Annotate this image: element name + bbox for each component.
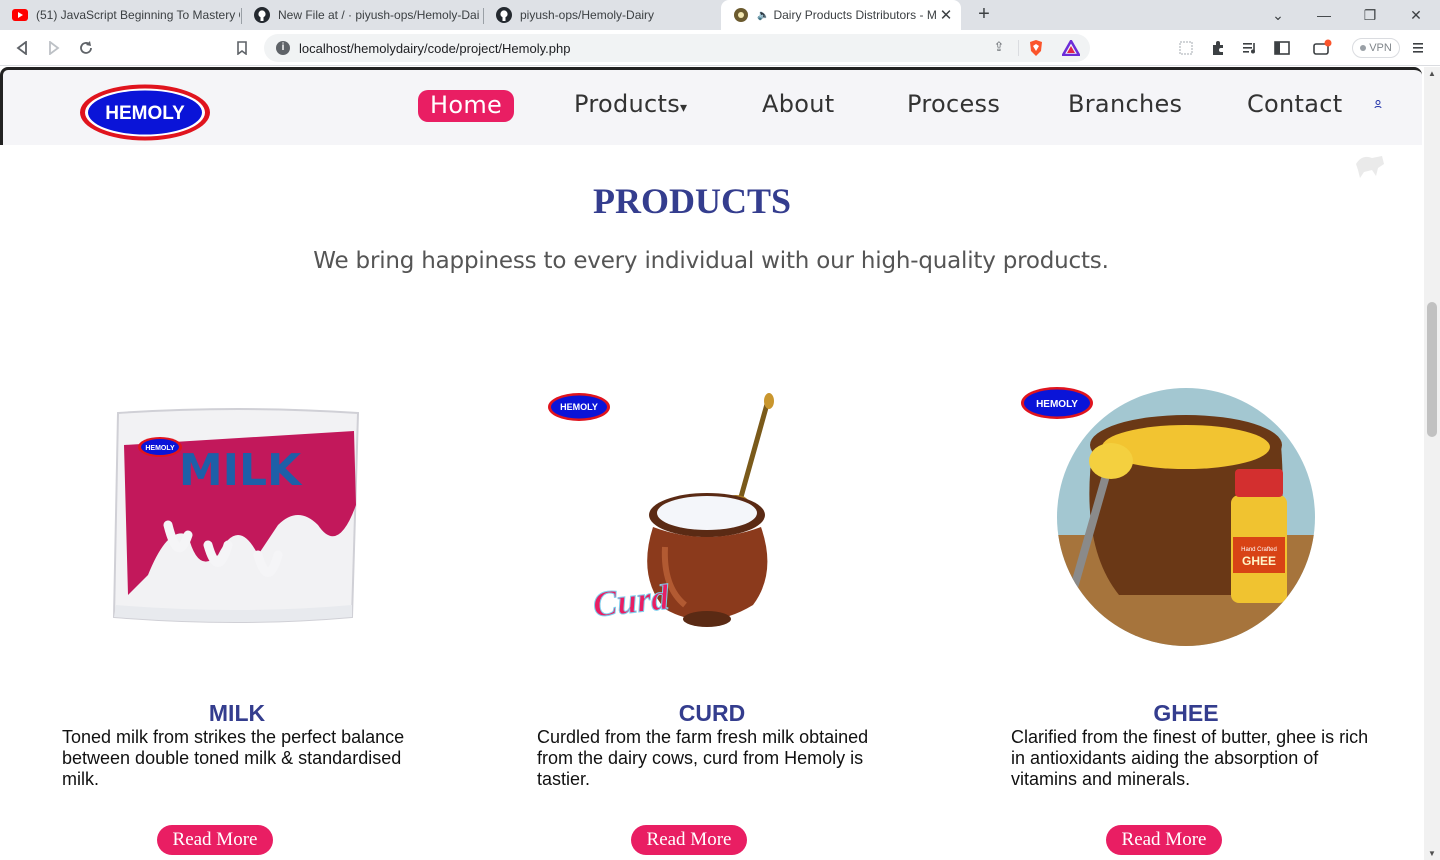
curd-logo-brand: HEMOLY [560, 402, 598, 412]
scrollbar-thumb[interactable] [1427, 302, 1437, 437]
chevron-down-icon: ▾ [680, 100, 688, 116]
products-heading: PRODUCTS [592, 181, 792, 221]
tab-title: New File at / · piyush-ops/Hemoly-Dai [278, 8, 480, 22]
page-viewport: HEMOLY Home Products▾ About Process Bran… [0, 67, 1424, 860]
brave-shield-icon[interactable] [1028, 39, 1044, 62]
site-info-icon[interactable]: i [276, 41, 290, 55]
browser-tab[interactable]: piyush-ops/Hemoly-Dairy [484, 0, 720, 30]
milk-description: Toned milk from strikes the perfect bala… [62, 727, 405, 789]
site-favicon-icon [733, 7, 749, 23]
scroll-down-icon[interactable]: ▼ [1428, 849, 1436, 858]
nav-process[interactable]: Process [907, 90, 1000, 118]
curd-read-more-button[interactable]: Read More [631, 825, 747, 855]
curd-title: CURD [678, 700, 746, 726]
cow-watermark-icon [1352, 150, 1388, 180]
ghee-description: Clarified from the finest of butter, ghe… [1011, 727, 1369, 789]
tab-close-icon[interactable]: ✕ [937, 6, 955, 24]
milk-product-image: HEMOLY MILK [108, 405, 368, 627]
tab-title: (51) JavaScript Beginning To Mastery C [36, 8, 240, 22]
extensions-puzzle-icon[interactable] [1206, 36, 1230, 60]
browser-tab[interactable]: New File at / · piyush-ops/Hemoly-Dai [242, 0, 482, 30]
ghee-title: GHEE [1153, 700, 1219, 726]
curd-product-image: HEMOLY Curd [545, 387, 790, 645]
site-navbar: HEMOLY Home Products▾ About Process Bran… [0, 67, 1422, 145]
milk-title: MILK [208, 700, 266, 726]
sidebar-icon[interactable] [1270, 36, 1294, 60]
nav-about[interactable]: About [762, 90, 834, 118]
browser-toolbar: i localhost/hemolydairy/code/project/Hem… [0, 30, 1440, 66]
browser-tab-strip: (51) JavaScript Beginning To Mastery C N… [0, 0, 1440, 30]
milk-pack-label: MILK [179, 445, 303, 496]
nav-products-label: Products [574, 90, 681, 118]
vpn-label: VPN [1369, 42, 1392, 54]
minimize-button[interactable]: — [1301, 0, 1347, 30]
tab-search-icon[interactable]: ⌄ [1255, 0, 1301, 30]
vpn-status-dot [1360, 45, 1367, 51]
omnibox-divider [1018, 40, 1019, 56]
browser-tab-active[interactable]: 🔈 Dairy Products Distributors - M ✕ [721, 0, 961, 30]
products-subheading: We bring happiness to every individual w… [313, 248, 1109, 274]
media-playlist-icon[interactable] [1238, 36, 1262, 60]
nav-products[interactable]: Products▾ [574, 90, 687, 118]
audio-playing-icon[interactable]: 🔈 [757, 10, 769, 21]
curd-description: Curdled from the farm fresh milk obtaine… [537, 727, 869, 789]
extension-icon[interactable] [1174, 36, 1198, 60]
back-icon[interactable] [10, 36, 34, 60]
brave-rewards-icon[interactable] [1060, 38, 1082, 61]
page-scrollbar[interactable]: ▲ ▼ [1424, 67, 1440, 860]
github-icon [254, 7, 270, 23]
close-window-button[interactable]: ✕ [1393, 0, 1439, 30]
nav-branches[interactable]: Branches [1068, 90, 1182, 118]
restore-button[interactable]: ❐ [1347, 0, 1393, 30]
reload-icon[interactable] [74, 36, 98, 60]
scroll-up-icon[interactable]: ▲ [1428, 69, 1436, 78]
logo-text: HEMOLY [105, 103, 185, 124]
share-icon[interactable]: ⇪ [990, 39, 1008, 57]
github-icon [496, 7, 512, 23]
nav-contact[interactable]: Contact [1247, 90, 1342, 118]
milk-pack-brand: HEMOLY [145, 445, 175, 452]
hemoly-logo[interactable]: HEMOLY [78, 83, 212, 142]
bookmark-icon[interactable] [230, 36, 254, 60]
url-text[interactable]: localhost/hemolydairy/code/project/Hemol… [299, 41, 570, 56]
browser-tab[interactable]: (51) JavaScript Beginning To Mastery C [0, 0, 240, 30]
milk-read-more-button[interactable]: Read More [157, 825, 273, 855]
new-tab-button[interactable]: + [973, 4, 995, 26]
menu-icon[interactable] [1406, 36, 1430, 60]
curd-script-label: Curd [591, 577, 672, 625]
ghee-product-image: Hand Crafted GHEE HEMOLY [1019, 385, 1319, 649]
ghee-read-more-button[interactable]: Read More [1106, 825, 1222, 855]
ghee-jar-label: GHEE [1242, 554, 1276, 568]
youtube-icon [12, 7, 28, 23]
forward-icon[interactable] [42, 36, 66, 60]
nav-home[interactable]: Home [418, 90, 515, 122]
user-account-icon[interactable] [1374, 100, 1382, 111]
ghee-logo-brand: HEMOLY [1036, 399, 1078, 410]
tab-title: piyush-ops/Hemoly-Dairy [520, 8, 655, 22]
address-bar[interactable]: i localhost/hemolydairy/code/project/Hem… [264, 34, 1090, 62]
vpn-button[interactable]: VPN [1352, 38, 1400, 58]
wallet-icon[interactable] [1310, 36, 1334, 60]
tab-title: Dairy Products Distributors - M [773, 8, 937, 22]
ghee-jar-subtext: Hand Crafted [1241, 547, 1277, 553]
